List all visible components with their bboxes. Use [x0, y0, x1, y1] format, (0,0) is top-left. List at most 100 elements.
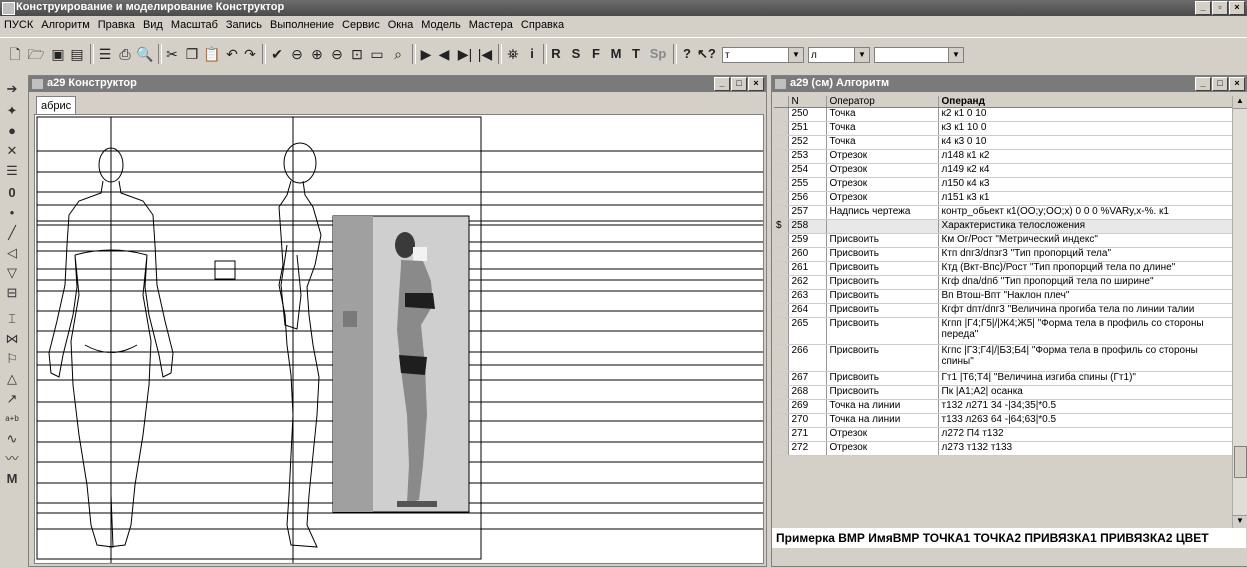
table-row[interactable]: 269 Точка на линии т132 л271 34 -|34;35|*0…: [774, 399, 1233, 414]
row-operator[interactable]: Отрезок: [826, 149, 939, 164]
angle-icon[interactable]: ◁: [3, 243, 21, 263]
delete-icon[interactable]: ✕: [3, 141, 21, 161]
row-operand[interactable]: Кгф dпа/dпб "Тип пропорций тела по ширин…: [938, 275, 1233, 290]
print-preview-icon[interactable]: 🔍: [136, 44, 154, 64]
undo-icon[interactable]: ↶: [223, 44, 241, 64]
table-row[interactable]: 259 Присвоить Км Ог/Рост "Метрический инде…: [774, 233, 1233, 248]
menu-model[interactable]: Модель: [417, 17, 464, 33]
scroll-thumb[interactable]: [1234, 446, 1247, 478]
shape-icon[interactable]: ▽: [3, 263, 21, 283]
r-button[interactable]: R: [549, 44, 563, 64]
row-operator[interactable]: Отрезок: [826, 163, 939, 178]
row-operand[interactable]: л149 к2 к4: [938, 163, 1233, 178]
row-operator[interactable]: Присвоить: [826, 261, 939, 276]
row-number[interactable]: 263: [788, 289, 827, 304]
save-icon[interactable]: ▣: [49, 44, 67, 64]
row-operator[interactable]: Точка на линии: [826, 413, 939, 428]
row-operand[interactable]: л148 к1 к2: [938, 149, 1233, 164]
tab-abris[interactable]: абрис: [36, 96, 77, 115]
row-number[interactable]: 260: [788, 247, 827, 262]
row-number[interactable]: 269: [788, 399, 827, 414]
row-operand[interactable]: т133 л263 64 -|64;63|*0.5: [938, 413, 1233, 428]
flag-icon[interactable]: ⚐: [3, 349, 21, 369]
point-icon[interactable]: ●: [3, 121, 21, 141]
row-operator[interactable]: Присвоить: [826, 385, 939, 400]
close-button[interactable]: ×: [748, 77, 764, 91]
row-operator[interactable]: Присвоить: [826, 289, 939, 304]
paste-icon[interactable]: 📋: [203, 44, 221, 64]
arrow-right-icon[interactable]: ➔: [3, 79, 21, 99]
m-button[interactable]: M: [608, 44, 624, 64]
scroll-up-icon[interactable]: ▲: [1233, 96, 1247, 109]
chevron-down-icon[interactable]: ▼: [788, 48, 803, 62]
row-number[interactable]: 267: [788, 371, 827, 386]
maximize-button[interactable]: □: [1212, 77, 1228, 91]
print-icon[interactable]: ⎙: [116, 44, 134, 64]
s-button[interactable]: S: [569, 44, 583, 64]
menu-record[interactable]: Запись: [222, 17, 266, 33]
algorithm-scrollbar[interactable]: ▲ ▼: [1232, 96, 1247, 528]
row-operand[interactable]: л273 т132 т133: [938, 441, 1233, 456]
arrow-left-icon[interactable]: ✦: [3, 101, 21, 121]
table-row[interactable]: 264 Присвоить Кгфт dпт/dпг3 "Величина прог…: [774, 303, 1233, 318]
row-number[interactable]: 256: [788, 191, 827, 206]
table-row[interactable]: 254 Отрезок л149 к2 к4: [774, 163, 1233, 178]
table-row[interactable]: 268 Присвоить Пк |А1;А2| осанка: [774, 385, 1233, 400]
row-number[interactable]: 254: [788, 163, 827, 178]
row-number[interactable]: 268: [788, 385, 827, 400]
menu-scale[interactable]: Масштаб: [167, 17, 222, 33]
column-header-operand[interactable]: Операнд: [938, 96, 1233, 108]
row-operator[interactable]: Присвоить: [826, 247, 939, 262]
row-number[interactable]: 265: [788, 317, 827, 345]
table-row[interactable]: 260 Присвоить Ктп dпг3/dпзг3 "Тип пропорци…: [774, 247, 1233, 262]
copy-icon[interactable]: ❐: [183, 44, 201, 64]
zoom-in-icon[interactable]: ⊕: [308, 44, 326, 64]
menu-service[interactable]: Сервис: [338, 17, 384, 33]
table-row[interactable]: 270 Точка на линии т133 л263 64 -|64;63|*0…: [774, 413, 1233, 428]
minimize-button[interactable]: _: [714, 77, 730, 91]
sum-tool[interactable]: a+b: [3, 409, 21, 429]
column-header-n[interactable]: N: [788, 96, 827, 108]
table-row[interactable]: 262 Присвоить Кгф dпа/dпб "Тип пропорций т…: [774, 275, 1233, 290]
row-operator[interactable]: Присвоить: [826, 317, 939, 345]
row-operator[interactable]: Точка: [826, 107, 939, 122]
row-operator[interactable]: Отрезок: [826, 191, 939, 206]
maximize-button[interactable]: □: [731, 77, 747, 91]
table-row[interactable]: 253 Отрезок л148 к1 к2: [774, 149, 1233, 164]
table-row[interactable]: 256 Отрезок л151 к3 к1: [774, 191, 1233, 206]
combo-3[interactable]: ▼: [874, 47, 964, 63]
help-icon[interactable]: ?: [680, 44, 694, 64]
zoom-extents-icon[interactable]: ⌕: [388, 44, 408, 64]
row-operand[interactable]: к2 к1 0 10: [938, 107, 1233, 122]
open-file-icon[interactable]: 🗁: [26, 44, 46, 64]
table-row[interactable]: 271 Отрезок л272 П4 т132: [774, 427, 1233, 442]
sp-button[interactable]: Sp: [647, 44, 669, 64]
row-operand[interactable]: Кгпп |Г4;Г5|/|Ж4;Ж5| "Форма тела в профи…: [938, 317, 1233, 345]
row-operator[interactable]: Присвоить: [826, 275, 939, 290]
table-row[interactable]: 267 Присвоить Гт1 |Т6;Т4| "Величина изгиба…: [774, 371, 1233, 386]
menu-run[interactable]: Выполнение: [266, 17, 338, 33]
save-all-icon[interactable]: ▤: [68, 44, 86, 64]
row-operator[interactable]: [826, 219, 939, 234]
zero-tool[interactable]: 0: [3, 183, 21, 203]
row-number[interactable]: 252: [788, 135, 827, 150]
row-operator[interactable]: Отрезок: [826, 441, 939, 456]
check-icon[interactable]: ✔: [268, 44, 286, 64]
zoom-window-icon[interactable]: ⊡: [348, 44, 366, 64]
table-row[interactable]: 252 Точка к4 к3 0 10: [774, 135, 1233, 150]
step-back-icon[interactable]: |◀: [476, 44, 494, 64]
row-operator[interactable]: Присвоить: [826, 371, 939, 386]
row-number[interactable]: 250: [788, 107, 827, 122]
zoom-icon[interactable]: ⊖: [288, 44, 306, 64]
t-button[interactable]: T: [629, 44, 643, 64]
menu-edit[interactable]: Правка: [94, 17, 139, 33]
triangle-icon[interactable]: △: [3, 369, 21, 389]
menu-windows[interactable]: Окна: [384, 17, 418, 33]
row-number[interactable]: 255: [788, 177, 827, 192]
row-number[interactable]: 271: [788, 427, 827, 442]
row-number[interactable]: 258: [788, 219, 827, 234]
table-row[interactable]: 251 Точка к3 к1 10 0: [774, 121, 1233, 136]
row-number[interactable]: 272: [788, 441, 827, 456]
step-forward-icon[interactable]: ▶|: [456, 44, 474, 64]
row-operator[interactable]: Точка: [826, 121, 939, 136]
